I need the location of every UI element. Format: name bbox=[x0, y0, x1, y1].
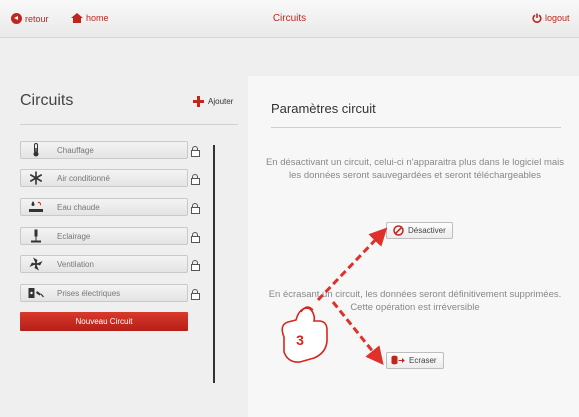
plug-icon bbox=[21, 285, 51, 301]
add-label: Ajouter bbox=[208, 97, 234, 106]
circuit-item-chauffage[interactable]: Chauffage bbox=[20, 141, 200, 159]
circuit-label: Air conditionné bbox=[57, 173, 110, 183]
settings-title: Paramètres circuit bbox=[271, 101, 376, 116]
lock-icon[interactable] bbox=[191, 146, 200, 157]
deactivate-description: En désactivant un circuit, celui-ci n'ap… bbox=[265, 157, 565, 181]
plus-icon bbox=[193, 96, 204, 107]
circuit-label: Chauffage bbox=[57, 145, 94, 155]
snowflake-icon bbox=[21, 170, 51, 186]
forbidden-icon bbox=[393, 225, 404, 236]
logout-label: logout bbox=[545, 13, 570, 23]
circuit-label: Eclairage bbox=[57, 231, 91, 241]
new-circuit-button[interactable]: Nouveau Circuit bbox=[20, 312, 188, 331]
lock-icon[interactable] bbox=[191, 289, 200, 300]
sidebar-scrollbar[interactable] bbox=[213, 145, 215, 383]
add-circuit-button[interactable]: Ajouter bbox=[193, 96, 233, 107]
overwrite-button[interactable]: Ecraser bbox=[386, 352, 444, 369]
lock-icon[interactable] bbox=[191, 232, 200, 243]
circuit-item-eau-chaude[interactable]: Eau chaude bbox=[20, 198, 200, 216]
circuit-item-eclairage[interactable]: Eclairage bbox=[20, 227, 200, 245]
circuit-item-air-conditionne[interactable]: Air conditionné bbox=[20, 169, 200, 187]
divider bbox=[20, 124, 238, 125]
deactivate-label: Désactiver bbox=[408, 226, 446, 235]
overwrite-label: Ecraser bbox=[409, 356, 437, 365]
lock-icon[interactable] bbox=[191, 174, 200, 185]
logout-link[interactable]: logout bbox=[532, 13, 570, 23]
circuit-item-prises-electriques[interactable]: Prises électriques bbox=[20, 284, 200, 302]
power-icon bbox=[532, 13, 542, 23]
hot-water-icon bbox=[21, 199, 51, 215]
sidebar-title: Circuits bbox=[20, 92, 74, 109]
circuit-label: Prises électriques bbox=[57, 288, 121, 298]
settings-divider bbox=[271, 127, 561, 128]
top-bar: retour home Circuits logout bbox=[0, 0, 579, 38]
page-title: Circuits bbox=[272, 13, 307, 24]
fan-icon bbox=[21, 256, 51, 272]
circuit-item-ventilation[interactable]: Ventilation bbox=[20, 255, 200, 273]
thermometer-icon bbox=[21, 142, 51, 158]
circuit-label: Eau chaude bbox=[57, 202, 100, 212]
overwrite-icon bbox=[391, 355, 405, 367]
overwrite-description: En écrasant un circuit, les données sero… bbox=[268, 289, 562, 313]
lock-icon[interactable] bbox=[191, 203, 200, 214]
deactivate-button[interactable]: Désactiver bbox=[386, 222, 453, 239]
circuit-label: Ventilation bbox=[57, 259, 94, 269]
lamp-icon bbox=[21, 228, 51, 244]
lock-icon[interactable] bbox=[191, 260, 200, 271]
